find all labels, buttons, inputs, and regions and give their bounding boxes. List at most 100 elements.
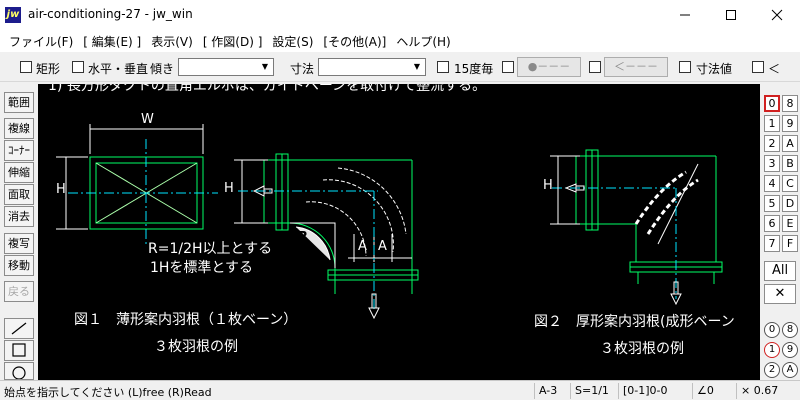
layer-5-button[interactable]: 5 (764, 195, 780, 212)
dim-label-a1: A (358, 239, 367, 254)
lt-checkbox[interactable] (752, 61, 764, 73)
tool-copy-button[interactable]: 複写 (4, 233, 34, 254)
layer-2-button[interactable]: 2 (764, 135, 780, 152)
group-2-button[interactable]: 2 (764, 362, 780, 378)
tilt-combobox[interactable]: ▼ (178, 58, 274, 76)
status-paper[interactable]: A-3 (534, 383, 570, 399)
deg15-label: 15度毎 (454, 62, 494, 76)
layer-a-button[interactable]: A (782, 135, 798, 152)
chevron-down-icon: ▼ (261, 62, 269, 71)
elbow-flange-2 (281, 153, 289, 231)
fig2-subcaption: ３枚羽根の例 (600, 341, 684, 357)
dim-label-a2: A (378, 239, 387, 254)
group-9-button[interactable]: 9 (782, 342, 798, 358)
layer-clear-button[interactable]: ✕ (764, 284, 796, 304)
layer-panel: 0 8 1 9 2 A 3 B 4 C 5 D 6 E 7 F All ✕ 0 … (760, 84, 800, 380)
line-icon (11, 322, 27, 335)
menu-edit[interactable]: [ 編集(E) ] (78, 33, 146, 50)
layer-e-button[interactable]: E (782, 215, 798, 232)
layer-1-button[interactable]: 1 (764, 115, 780, 132)
status-layer[interactable]: [0-1]0-0 (618, 383, 688, 399)
tool-erase-button[interactable]: 消去 (4, 206, 34, 227)
dimval-label: 寸法値 (696, 62, 733, 76)
minimize-icon (680, 14, 690, 16)
tool-offset-button[interactable]: 複線 (4, 118, 34, 139)
layer-3-button[interactable]: 3 (764, 155, 780, 172)
tool-move-button[interactable]: 移動 (4, 255, 34, 276)
status-angle[interactable]: ∠0 (692, 383, 732, 399)
menu-bar: ファイル(F) [ 編集(E) ] 表示(V) [ 作図(D) ] 設定(S) … (0, 30, 800, 52)
maximize-button[interactable] (708, 0, 754, 30)
layer-f-button[interactable]: F (782, 235, 798, 252)
canvas-top-note: 1) 長方形ダクトの直角エルボは、ガイドベーンを取付けて整流する。 (48, 84, 487, 94)
group-0-button[interactable]: 0 (764, 322, 780, 338)
tool-undo-button[interactable]: 戻る (4, 281, 34, 302)
note-radius: R=1/2H以上とする (148, 241, 273, 257)
tool-chamfer-button[interactable]: 面取 (4, 184, 34, 205)
menu-view[interactable]: 表示(V) (146, 33, 198, 50)
left-tool-palette: 範囲 複線 ｺｰﾅｰ 伸縮 面取 消去 複写 移動 戻る (0, 84, 38, 380)
circle-icon (12, 366, 26, 380)
rectangle-icon (12, 343, 26, 357)
chevron-down-icon: ▼ (413, 62, 421, 71)
dim-label: 寸法 (290, 62, 315, 76)
tool-line-button[interactable] (4, 318, 34, 339)
line-end-button[interactable]: ＜－－－ (604, 57, 668, 77)
guide-vane-3 (337, 167, 407, 235)
menu-other[interactable]: [その他(A)] (318, 33, 391, 50)
window-title: air-conditioning-27 - jw_win (28, 7, 193, 21)
layer-9-button[interactable]: 9 (782, 115, 798, 132)
tool-range-button[interactable]: 範囲 (4, 92, 34, 113)
menu-draw[interactable]: [ 作図(D) ] (198, 33, 268, 50)
status-message: 始点を指示してください (L)free (R)Read (4, 386, 212, 399)
status-bar: 始点を指示してください (L)free (R)Read A-3 S=1/1 [0… (0, 380, 800, 400)
line-style-checkbox[interactable] (502, 61, 514, 73)
dim-label-h3: H (543, 178, 553, 193)
title-bar: jw air-conditioning-27 - jw_win (0, 0, 800, 30)
group-8-button[interactable]: 8 (782, 322, 798, 338)
fig2-caption: 図２ 厚形案内羽根(成形ベーン (534, 314, 735, 330)
layer-d-button[interactable]: D (782, 195, 798, 212)
layer-0-button[interactable]: 0 (764, 95, 780, 112)
status-zoom[interactable]: × 0.67 (736, 383, 798, 399)
dim-label-h2: H (224, 181, 234, 196)
group-1-button[interactable]: 1 (764, 342, 780, 358)
thick-vane-1 (634, 170, 687, 225)
drawing-canvas[interactable]: 1) 長方形ダクトの直角エルボは、ガイドベーンを取付けて整流する。 W H H … (38, 84, 760, 380)
tool-corner-button[interactable]: ｺｰﾅｰ (4, 140, 34, 161)
minimize-button[interactable] (662, 0, 708, 30)
rect-checkbox[interactable] (20, 61, 32, 73)
close-button[interactable] (754, 0, 800, 30)
layer-c-button[interactable]: C (782, 175, 798, 192)
dim-label-h1: H (56, 182, 66, 197)
dimval-checkbox[interactable] (679, 61, 691, 73)
tool-rect-button[interactable] (4, 340, 34, 361)
layer-4-button[interactable]: 4 (764, 175, 780, 192)
fig1-caption: 図１ 薄形案内羽根（１枚ベーン） (74, 312, 298, 328)
dim-label-w: W (141, 112, 154, 127)
group-a-button[interactable]: A (782, 362, 798, 378)
note-standard: 1Hを標準とする (150, 260, 254, 276)
hv-checkbox[interactable] (72, 61, 84, 73)
hv-label: 水平・垂直 (88, 62, 149, 76)
layer-7-button[interactable]: 7 (764, 235, 780, 252)
layer-6-button[interactable]: 6 (764, 215, 780, 232)
menu-settings[interactable]: 設定(S) (267, 33, 318, 50)
layer-8-button[interactable]: 8 (782, 95, 798, 112)
line-start-button[interactable]: ●－－－ (517, 57, 581, 77)
maximize-icon (726, 10, 736, 20)
status-scale[interactable]: S=1/1 (570, 383, 618, 399)
layer-b-button[interactable]: B (782, 155, 798, 172)
tool-extend-button[interactable]: 伸縮 (4, 162, 34, 183)
app-icon: jw (5, 7, 21, 23)
dim-combobox[interactable]: ▼ (318, 58, 426, 76)
fig1-subcaption: ３枚羽根の例 (154, 339, 238, 355)
menu-file[interactable]: ファイル(F) (4, 33, 78, 50)
layer-all-button[interactable]: All (764, 261, 796, 281)
tool-circle-button[interactable] (4, 362, 34, 380)
radius-sector (290, 222, 336, 268)
elbow-outlet-flange-2 (327, 274, 419, 281)
menu-help[interactable]: ヘルプ(H) (391, 33, 455, 50)
deg15-checkbox[interactable] (437, 61, 449, 73)
line-end-checkbox[interactable] (589, 61, 601, 73)
